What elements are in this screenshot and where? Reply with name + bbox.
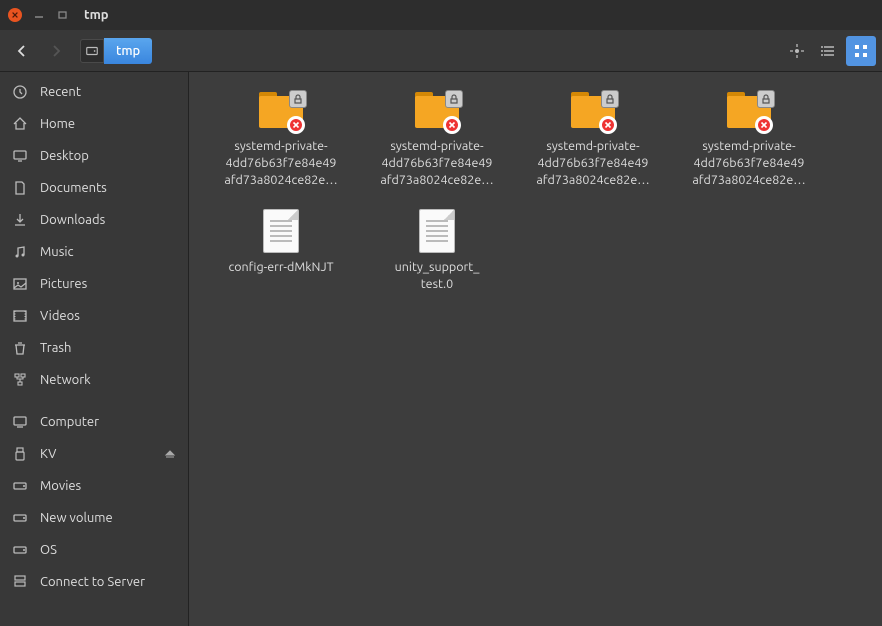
sidebar-item-pictures[interactable]: Pictures bbox=[0, 268, 188, 300]
close-button[interactable] bbox=[8, 8, 22, 22]
file-item[interactable]: config-err-dMkNJT bbox=[203, 203, 359, 307]
sidebar-label: KV bbox=[40, 447, 56, 461]
path-segment-tmp[interactable]: tmp bbox=[104, 38, 152, 64]
trash-icon bbox=[12, 340, 28, 356]
computer-icon bbox=[12, 414, 28, 430]
forward-button[interactable] bbox=[40, 35, 72, 67]
sidebar-label: Recent bbox=[40, 85, 81, 99]
downloads-icon bbox=[12, 212, 28, 228]
sidebar-label: New volume bbox=[40, 511, 113, 525]
folder-item[interactable]: systemd-private-4dd76b63f7e84e49afd73a80… bbox=[515, 86, 671, 203]
sidebar-item-computer[interactable]: Computer bbox=[0, 406, 188, 438]
item-label: unity_support_test.0 bbox=[395, 259, 480, 293]
sidebar-label: Movies bbox=[40, 479, 81, 493]
network-icon bbox=[12, 372, 28, 388]
sidebar-label: Music bbox=[40, 245, 74, 259]
drive-icon bbox=[12, 510, 28, 526]
maximize-button[interactable] bbox=[56, 8, 70, 22]
sidebar-item-desktop[interactable]: Desktop bbox=[0, 140, 188, 172]
minimize-button[interactable] bbox=[32, 8, 46, 22]
item-label: systemd-private-4dd76b63f7e84e49afd73a80… bbox=[692, 138, 805, 189]
text-file-icon bbox=[419, 209, 455, 253]
desktop-icon bbox=[12, 148, 28, 164]
sidebar-item-movies[interactable]: Movies bbox=[0, 470, 188, 502]
toolbar: tmp bbox=[0, 30, 882, 72]
sidebar-label: Documents bbox=[40, 181, 107, 195]
sidebar-item-newvolume[interactable]: New volume bbox=[0, 502, 188, 534]
file-item[interactable]: unity_support_test.0 bbox=[359, 203, 515, 307]
sidebar-item-videos[interactable]: Videos bbox=[0, 300, 188, 332]
locked-folder-icon bbox=[725, 92, 773, 132]
locked-folder-icon bbox=[569, 92, 617, 132]
home-icon bbox=[12, 116, 28, 132]
sidebar-separator bbox=[0, 396, 188, 406]
locked-folder-icon bbox=[257, 92, 305, 132]
sidebar-item-downloads[interactable]: Downloads bbox=[0, 204, 188, 236]
sidebar-label: Downloads bbox=[40, 213, 105, 227]
list-view-button[interactable] bbox=[814, 36, 844, 66]
sidebar-label: Trash bbox=[40, 341, 71, 355]
sidebar-label: Home bbox=[40, 117, 75, 131]
drive-icon bbox=[12, 542, 28, 558]
sidebar-item-recent[interactable]: Recent bbox=[0, 76, 188, 108]
eject-icon[interactable] bbox=[164, 448, 176, 460]
drive-icon bbox=[12, 478, 28, 494]
pictures-icon bbox=[12, 276, 28, 292]
file-pane[interactable]: systemd-private-4dd76b63f7e84e49afd73a80… bbox=[189, 72, 882, 626]
disk-icon[interactable] bbox=[80, 39, 104, 63]
sidebar-item-music[interactable]: Music bbox=[0, 236, 188, 268]
videos-icon bbox=[12, 308, 28, 324]
sidebar-item-documents[interactable]: Documents bbox=[0, 172, 188, 204]
sidebar-item-network[interactable]: Network bbox=[0, 364, 188, 396]
location-button[interactable] bbox=[782, 36, 812, 66]
documents-icon bbox=[12, 180, 28, 196]
sidebar-label: Connect to Server bbox=[40, 575, 145, 589]
music-icon bbox=[12, 244, 28, 260]
window-title: tmp bbox=[84, 8, 109, 22]
text-file-icon bbox=[263, 209, 299, 253]
sidebar-label: Videos bbox=[40, 309, 80, 323]
sidebar-item-home[interactable]: Home bbox=[0, 108, 188, 140]
server-icon bbox=[12, 574, 28, 590]
usb-icon bbox=[12, 446, 28, 462]
path-bar: tmp bbox=[80, 38, 152, 64]
item-label: config-err-dMkNJT bbox=[228, 259, 333, 276]
clock-icon bbox=[12, 84, 28, 100]
sidebar-item-os[interactable]: OS bbox=[0, 534, 188, 566]
sidebar-label: OS bbox=[40, 543, 57, 557]
sidebar-item-kv[interactable]: KV bbox=[0, 438, 188, 470]
grid-view-button[interactable] bbox=[846, 36, 876, 66]
sidebar-item-trash[interactable]: Trash bbox=[0, 332, 188, 364]
sidebar-label: Computer bbox=[40, 415, 99, 429]
sidebar-label: Network bbox=[40, 373, 91, 387]
sidebar-item-connect[interactable]: Connect to Server bbox=[0, 566, 188, 598]
sidebar: Recent Home Desktop Documents Downloads … bbox=[0, 72, 189, 626]
item-label: systemd-private-4dd76b63f7e84e49afd73a80… bbox=[380, 138, 493, 189]
sidebar-label: Desktop bbox=[40, 149, 89, 163]
back-button[interactable] bbox=[6, 35, 38, 67]
item-label: systemd-private-4dd76b63f7e84e49afd73a80… bbox=[224, 138, 337, 189]
titlebar: tmp bbox=[0, 0, 882, 30]
folder-item[interactable]: systemd-private-4dd76b63f7e84e49afd73a80… bbox=[203, 86, 359, 203]
sidebar-label: Pictures bbox=[40, 277, 87, 291]
locked-folder-icon bbox=[413, 92, 461, 132]
item-label: systemd-private-4dd76b63f7e84e49afd73a80… bbox=[536, 138, 649, 189]
folder-item[interactable]: systemd-private-4dd76b63f7e84e49afd73a80… bbox=[671, 86, 827, 203]
folder-item[interactable]: systemd-private-4dd76b63f7e84e49afd73a80… bbox=[359, 86, 515, 203]
